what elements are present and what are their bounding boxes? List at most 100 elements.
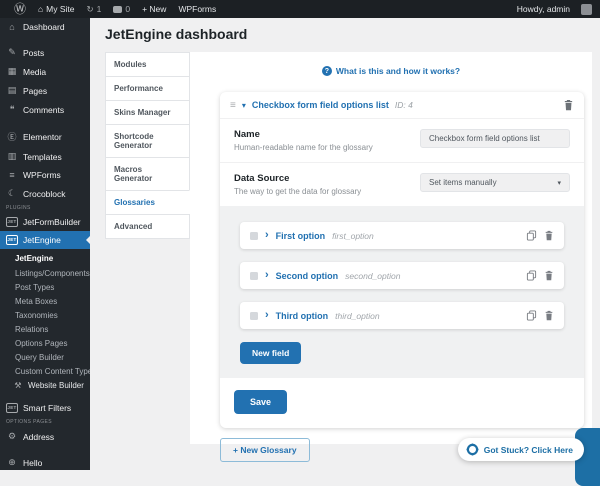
sidebar-item-label: Relations <box>15 324 49 334</box>
chevron-right-icon[interactable]: › <box>265 230 269 241</box>
trash-icon <box>564 99 573 111</box>
my-site-menu[interactable]: ⌂ My Site <box>32 0 80 18</box>
page-title: JetEngine dashboard <box>105 26 248 42</box>
chevron-down-icon[interactable]: ▾ <box>242 101 246 110</box>
sidebar-item-icon: JET <box>6 217 18 227</box>
glossary-option-row[interactable]: › Third option third_option <box>240 302 564 329</box>
sidebar-item[interactable] <box>0 446 90 453</box>
sidebar-item[interactable]: ❝ Comments <box>0 100 90 119</box>
new-glossary-button[interactable]: + New Glossary <box>220 438 310 462</box>
drag-handle-icon[interactable] <box>250 231 258 240</box>
wp-logo-menu[interactable]: Ⓦ <box>8 0 32 18</box>
glossary-option-row[interactable]: › Second option second_option <box>240 262 564 289</box>
option-name: Third option <box>275 310 329 321</box>
copy-option-button[interactable] <box>526 270 537 281</box>
sidebar-item[interactable]: Options Pages <box>0 336 90 350</box>
data-source-select[interactable]: Set items manually ▾ <box>420 173 570 192</box>
tab-label: Shortcode Generator <box>114 132 154 150</box>
sidebar-item[interactable]: ▤ Pages <box>0 81 90 100</box>
sidebar-item[interactable]: Query Builder <box>0 350 90 364</box>
sidebar-item[interactable]: ⚙ Address <box>0 427 90 446</box>
avatar[interactable] <box>581 3 592 15</box>
new-field-button[interactable]: New field <box>240 342 302 364</box>
sidebar-item-label: Pages <box>23 85 48 96</box>
sidebar-item[interactable]: Relations <box>0 322 90 336</box>
glossary-header[interactable]: ≡ ▾ Checkbox form field options list ID:… <box>220 92 584 119</box>
sidebar-item-icon: ❝ <box>9 104 15 114</box>
wpforms-menu[interactable]: WPForms <box>172 0 222 18</box>
chevron-right-icon[interactable]: › <box>265 270 269 281</box>
save-row: Save <box>220 378 584 428</box>
sidebar-item-label: OPTIONS PAGES <box>6 419 52 425</box>
sidebar-item[interactable]: ⊕ Hello <box>0 453 90 470</box>
question-icon: ? <box>321 66 332 76</box>
copy-icon <box>526 230 537 241</box>
sidebar-item[interactable]: JET Smart Filters <box>0 399 90 417</box>
sidebar-item[interactable]: ⌂ Dashboard <box>0 18 90 36</box>
sidebar-item[interactable]: ⚒ Website Builder <box>0 378 90 392</box>
tab[interactable]: Advanced <box>105 214 190 239</box>
copy-option-button[interactable] <box>526 310 537 321</box>
got-stuck-button[interactable]: Got Stuck? Click Here <box>457 438 584 461</box>
sidebar-item[interactable]: OPTIONS PAGES <box>0 417 90 427</box>
sidebar-item[interactable]: Post Types <box>0 280 90 294</box>
glossary-id: ID: 4 <box>394 100 413 110</box>
updates-menu[interactable]: ↻ 1 <box>81 0 108 18</box>
sidebar-item[interactable]: ▥ Templates <box>0 147 90 166</box>
sidebar-item[interactable]: ✎ Posts <box>0 43 90 62</box>
sidebar-item[interactable] <box>0 36 90 43</box>
tab[interactable]: Shortcode Generator <box>105 124 190 158</box>
new-content-menu[interactable]: + New <box>136 0 172 18</box>
glossary-option-row[interactable]: › First option first_option <box>240 222 564 249</box>
save-button[interactable]: Save <box>234 390 288 414</box>
sidebar-item-label: Meta Boxes <box>15 296 58 306</box>
sidebar-item-label: Templates <box>23 151 62 162</box>
howdy-account-menu[interactable]: Howdy, admin <box>511 4 576 14</box>
sidebar-item[interactable]: JET JetEngine <box>0 231 90 249</box>
tab[interactable]: Skins Manager <box>105 100 190 125</box>
sidebar-item[interactable]: JetEngine <box>0 249 90 266</box>
glossary-title: Checkbox form field options list <box>251 100 389 110</box>
sidebar-item-label: Crocoblock <box>23 188 66 199</box>
comments-menu[interactable]: 0 <box>107 0 136 18</box>
tab[interactable]: Macros Generator <box>105 157 190 191</box>
tab-label: Modules <box>114 60 147 69</box>
sidebar-item-label: Post Types <box>15 282 55 292</box>
chevron-right-icon[interactable]: › <box>265 310 269 321</box>
delete-option-button[interactable] <box>544 230 554 241</box>
sidebar-item[interactable]: PLUGINS <box>0 203 90 213</box>
sidebar-item[interactable]: JET JetFormBuilder <box>0 213 90 231</box>
sidebar-item[interactable]: ☾ Crocoblock <box>0 184 90 203</box>
tab[interactable]: Performance <box>105 76 190 101</box>
sidebar-item[interactable]: Listings/Components <box>0 266 90 280</box>
sidebar-item-label: Address <box>23 431 55 442</box>
sidebar-item-label: Media <box>23 66 47 77</box>
tab[interactable]: Glossaries <box>105 190 190 215</box>
name-input[interactable] <box>420 129 570 148</box>
option-name: First option <box>275 230 326 241</box>
sidebar-item-label: Listings/Components <box>15 268 90 278</box>
drag-handle-icon[interactable] <box>250 271 258 280</box>
sidebar-item[interactable]: Meta Boxes <box>0 294 90 308</box>
drag-handle-icon[interactable] <box>250 311 258 320</box>
sidebar-item[interactable]: ≡ WPForms <box>0 166 90 184</box>
option-slug: second_option <box>345 270 401 281</box>
drag-handle-icon[interactable]: ≡ <box>230 100 236 111</box>
sidebar-item[interactable] <box>0 119 90 126</box>
copy-option-button[interactable] <box>526 230 537 241</box>
tab[interactable]: Modules <box>105 52 190 77</box>
option-slug: third_option <box>335 310 380 321</box>
delete-glossary-button[interactable] <box>563 99 574 111</box>
sidebar-item-icon: ✎ <box>8 47 16 57</box>
admin-bar: Ⓦ ⌂ My Site ↻ 1 0 + New WPForms Howdy, a… <box>0 0 600 18</box>
sidebar-item[interactable] <box>0 392 90 399</box>
copy-icon <box>526 310 537 321</box>
help-link[interactable]: ? What is this and how it works? <box>190 52 592 76</box>
sidebar-item[interactable]: Taxonomies <box>0 308 90 322</box>
trash-icon <box>545 270 553 281</box>
delete-option-button[interactable] <box>544 270 554 281</box>
sidebar-item[interactable]: Ⓔ Elementor <box>0 126 90 147</box>
sidebar-item[interactable]: Custom Content Types <box>0 364 90 378</box>
delete-option-button[interactable] <box>544 310 554 321</box>
sidebar-item[interactable]: ▦ Media <box>0 62 90 81</box>
